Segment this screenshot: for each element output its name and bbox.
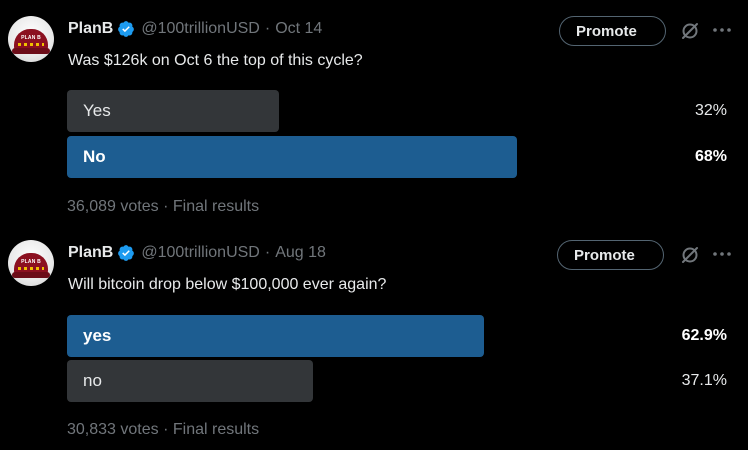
author-handle[interactable]: @100trillionUSD: [141, 244, 260, 262]
tweet-header: PlanB @100trillionUSD · Aug 18: [68, 242, 326, 264]
avatar-cap-brim: [12, 272, 50, 278]
tweet-date[interactable]: Oct 14: [275, 20, 322, 38]
poll-option-percent: 37.1%: [681, 372, 727, 389]
poll-option-bar: [67, 136, 517, 178]
promote-button[interactable]: Promote: [557, 240, 664, 270]
poll-option-bar: [67, 360, 313, 402]
poll-question: Will bitcoin drop below $100,000 ever ag…: [68, 276, 387, 293]
author-handle[interactable]: @100trillionUSD: [141, 20, 260, 38]
poll-option[interactable]: Yes 32%: [67, 90, 727, 132]
tweet[interactable]: PLAN B PlanB @100trillionUSD · Oct 14 Pr…: [0, 0, 748, 225]
avatar-cap-text: PLAN B: [21, 35, 41, 41]
avatar-cap-stars: [18, 43, 44, 46]
more-icon[interactable]: [710, 20, 734, 40]
promote-button[interactable]: Promote: [559, 16, 666, 46]
poll-status: Final results: [172, 198, 260, 215]
author-name[interactable]: PlanB: [68, 20, 113, 38]
poll-option[interactable]: no 37.1%: [67, 360, 727, 402]
poll-status: Final results: [172, 421, 260, 438]
poll-option-label: No: [83, 147, 106, 166]
separator: ·: [163, 198, 169, 215]
more-icon[interactable]: [710, 244, 734, 264]
poll-option[interactable]: yes 62.9%: [67, 315, 727, 357]
verified-badge-icon: [118, 245, 135, 261]
separator: ·: [163, 421, 169, 438]
verified-badge-icon: [118, 21, 135, 37]
poll-option-bar: [67, 315, 484, 357]
tweet[interactable]: PLAN B PlanB @100trillionUSD · Aug 18 Pr…: [0, 224, 748, 449]
poll-meta: 30,833 votes · Final results: [67, 421, 259, 439]
poll-option-percent: 32%: [694, 102, 727, 119]
poll-option-label: no: [83, 371, 102, 390]
grok-icon[interactable]: [680, 21, 700, 41]
poll-meta: 36,089 votes · Final results: [67, 198, 259, 216]
grok-icon[interactable]: [680, 245, 700, 265]
vote-count: 36,089 votes: [67, 198, 159, 215]
poll-option[interactable]: No 68%: [67, 136, 727, 178]
author-name[interactable]: PlanB: [68, 244, 113, 262]
separator: ·: [264, 20, 271, 37]
poll-question: Was $126k on Oct 6 the top of this cycle…: [68, 52, 363, 69]
avatar-cap-text: PLAN B: [21, 259, 41, 265]
avatar-cap-brim: [12, 48, 50, 54]
vote-count: 30,833 votes: [67, 421, 159, 438]
poll-option-label: Yes: [83, 101, 111, 120]
poll-option-percent: 62.9%: [681, 327, 727, 344]
poll-option-label: yes: [83, 326, 112, 345]
poll-option-percent: 68%: [694, 148, 727, 165]
avatar[interactable]: PLAN B: [8, 240, 54, 286]
avatar[interactable]: PLAN B: [8, 16, 54, 62]
separator: ·: [264, 244, 271, 261]
avatar-cap-stars: [18, 267, 44, 270]
tweet-header: PlanB @100trillionUSD · Oct 14: [68, 18, 322, 40]
tweet-date[interactable]: Aug 18: [275, 244, 326, 262]
